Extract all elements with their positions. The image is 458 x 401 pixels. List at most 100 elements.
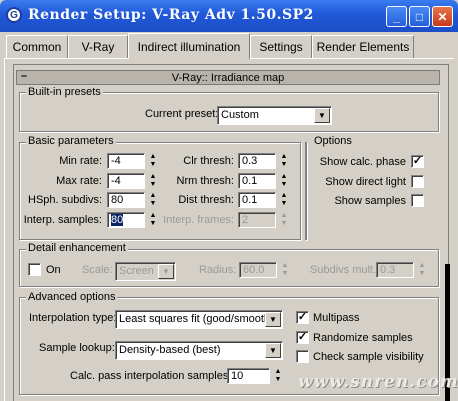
spin-up-icon[interactable]: ▲ [279,192,289,200]
dist-thresh-input[interactable]: 0.1 [238,192,276,208]
detail-enhancement-label: Detail enhancement [26,242,128,254]
sample-lookup-label: Sample lookup: [39,342,115,354]
show-direct-light-label: Show direct light [325,176,406,188]
spin-down-icon[interactable]: ▼ [148,220,158,228]
interp-samples-spinner[interactable]: ▲ ▼ [148,212,158,228]
advanced-options-label: Advanced options [26,291,118,303]
check-sample-visibility-checkbox[interactable] [296,350,309,363]
spin-down-icon[interactable]: ▼ [279,161,289,169]
spin-down-icon: ▼ [281,270,289,277]
close-button[interactable]: ✕ [432,6,453,27]
subdivs-mult-spinner: ▲ ▼ [417,262,427,278]
chevron-down-icon[interactable]: ▼ [265,312,281,327]
spin-up-icon: ▲ [418,262,426,269]
spin-down-icon[interactable]: ▼ [279,200,289,208]
min-rate-spinner[interactable]: ▲ ▼ [148,153,158,169]
show-calc-phase-label: Show calc. phase [319,156,406,168]
spin-up-icon: ▲ [281,262,289,269]
interp-samples-input[interactable]: 80 [107,212,145,228]
maximize-button[interactable]: □ [409,6,430,27]
max-rate-label: Max rate: [56,175,102,187]
clr-thresh-input[interactable]: 0.3 [238,153,276,169]
max-rate-input[interactable]: -4 [107,173,145,189]
clr-thresh-spinner[interactable]: ▲ ▼ [279,153,289,169]
show-direct-light-checkbox[interactable] [411,175,424,188]
spin-up-icon[interactable]: ▲ [273,368,283,376]
spin-down-icon[interactable]: ▼ [273,376,283,384]
options-label: Options [312,135,354,147]
check-icon: ✓ [297,311,308,323]
show-samples-checkbox[interactable] [411,194,424,207]
spin-up-icon[interactable]: ▲ [279,153,289,161]
hsph-subdivs-spinner[interactable]: ▲ ▼ [148,192,158,208]
spin-down-icon: ▼ [280,220,288,227]
multipass-checkbox[interactable]: ✓ [296,311,309,324]
detail-on-checkbox[interactable] [28,263,41,276]
spin-down-icon[interactable]: ▼ [148,200,158,208]
scale-dropdown: Screen ▼ [115,262,176,281]
interp-samples-label: Interp. samples: [23,214,102,226]
nrm-thresh-input[interactable]: 0.1 [238,173,276,189]
tab-render-elements[interactable]: Render Elements [312,35,414,58]
current-preset-value: Custom [221,109,259,121]
hsph-subdivs-label: HSph. subdivs: [28,194,102,206]
radius-label: Radius: [199,264,237,276]
rollout-header[interactable]: – V-Ray:: Irradiance map [16,70,440,85]
show-calc-phase-checkbox[interactable]: ✓ [411,155,424,168]
radius-input: 60.0 [239,262,277,278]
clr-thresh-label: Clr thresh: [183,155,234,167]
min-rate-label: Min rate: [59,155,102,167]
current-preset-dropdown[interactable]: Custom ▼ [217,106,332,125]
interpolation-type-value: Least squares fit (good/smooth [119,313,271,325]
randomize-samples-checkbox[interactable]: ✓ [296,331,309,344]
spin-up-icon[interactable]: ▲ [279,173,289,181]
spin-down-icon[interactable]: ▼ [148,161,158,169]
spin-up-icon[interactable]: ▲ [148,173,158,181]
dist-thresh-label: Dist thresh: [178,194,234,206]
watermark: www.snren.com [298,372,458,392]
chevron-down-icon[interactable]: ▼ [314,108,330,123]
spin-down-icon[interactable]: ▼ [148,181,158,189]
nrm-thresh-spinner[interactable]: ▲ ▼ [279,173,289,189]
tab-indirect-illumination[interactable]: Indirect illumination [128,33,250,59]
radius-spinner: ▲ ▼ [280,262,290,278]
scale-value: Screen [119,265,154,277]
spin-up-icon[interactable]: ▲ [148,212,158,220]
chevron-down-icon[interactable]: ▼ [265,343,281,358]
check-icon: ✓ [297,331,308,343]
app-icon[interactable]: G [6,7,22,23]
spin-down-icon[interactable]: ▼ [279,181,289,189]
interpolation-type-label: Interpolation type: [29,312,117,324]
tab-common[interactable]: Common [6,35,68,58]
dist-thresh-spinner[interactable]: ▲ ▼ [279,192,289,208]
check-icon: ✓ [412,155,423,167]
tab-bar: Common V-Ray Indirect illumination Setti… [4,33,454,59]
nrm-thresh-label: Nrm thresh: [176,175,234,187]
tab-vray[interactable]: V-Ray [68,35,128,58]
interp-frames-spinner: ▲ ▼ [279,212,289,228]
tab-settings[interactable]: Settings [250,35,312,58]
subdivs-mult-label: Subdivs mult. [310,264,377,276]
show-samples-label: Show samples [334,195,406,207]
calc-pass-spinner[interactable]: ▲ ▼ [273,368,283,384]
window-title: Render Setup: V-Ray Adv 1.50.SP2 [28,7,314,23]
spin-up-icon[interactable]: ▲ [148,153,158,161]
calc-pass-input[interactable]: 10 [227,368,270,384]
sample-lookup-value: Density-based (best) [119,344,221,356]
builtin-presets-label: Built-in presets [26,86,103,98]
min-rate-input[interactable]: -4 [107,153,145,169]
interpolation-type-dropdown[interactable]: Least squares fit (good/smooth ▼ [115,310,283,329]
minimize-button[interactable]: _ [386,6,407,27]
collapse-icon[interactable]: – [21,70,27,82]
spin-up-icon: ▲ [280,212,288,219]
sample-lookup-dropdown[interactable]: Density-based (best) ▼ [115,341,283,360]
rollout-title: V-Ray:: Irradiance map [171,71,285,84]
interp-samples-value: 80 [111,214,124,226]
subdivs-mult-input: 0.3 [376,262,414,278]
interp-frames-label: Interp. frames: [163,214,234,226]
multipass-label: Multipass [313,312,360,324]
max-rate-spinner[interactable]: ▲ ▼ [148,173,158,189]
spin-up-icon[interactable]: ▲ [148,192,158,200]
check-sample-visibility-label: Check sample visibility [313,351,424,363]
hsph-subdivs-input[interactable]: 80 [107,192,145,208]
